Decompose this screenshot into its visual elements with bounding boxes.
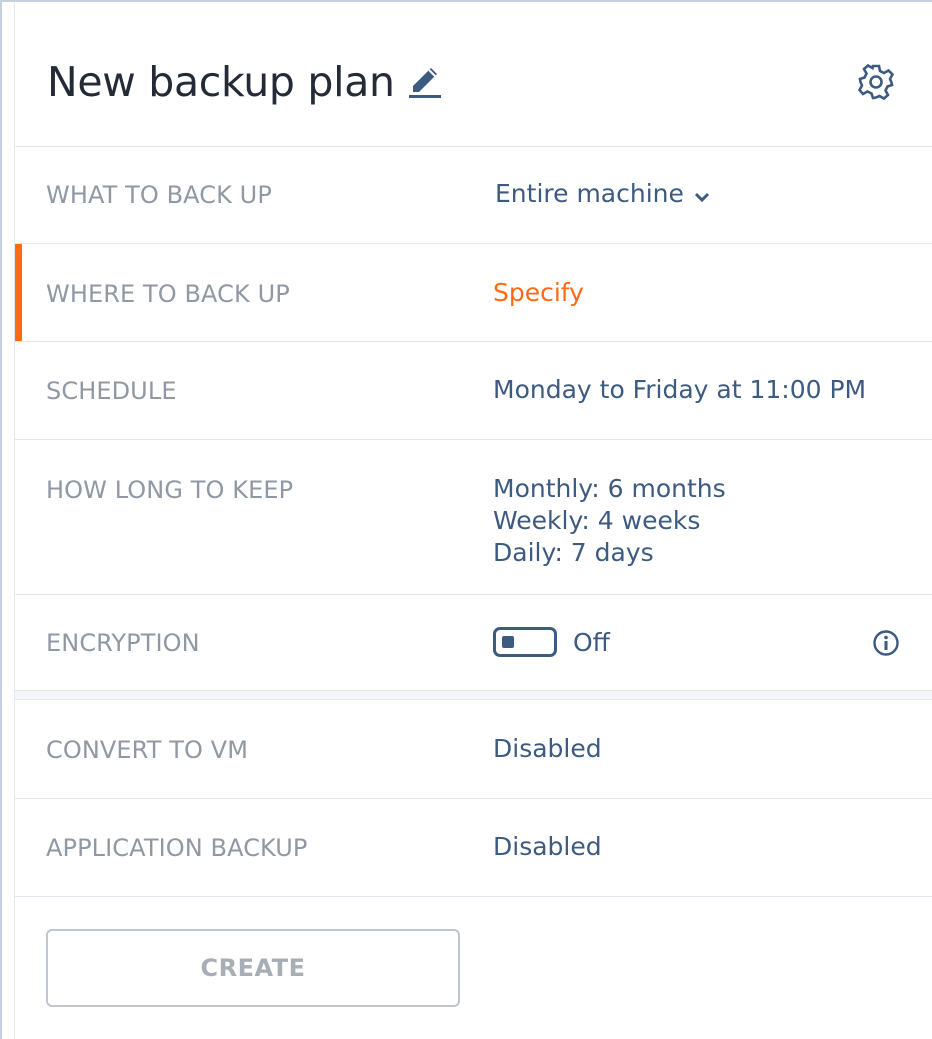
encryption-control: Off (493, 626, 610, 657)
row-how-long-to-keep: HOW LONG TO KEEP Monthly: 6 months Weekl… (15, 440, 932, 595)
label-where-to-back-up: WHERE TO BACK UP (46, 280, 290, 308)
retention-weekly: Weekly: 4 weeks (493, 506, 701, 535)
label-how-long-to-keep: HOW LONG TO KEEP (46, 476, 294, 504)
row-what-to-back-up: WHAT TO BACK UP Entire machine (15, 147, 932, 244)
label-convert-to-vm: CONVERT TO VM (46, 736, 249, 764)
plan-title: New backup plan (47, 58, 395, 106)
retention-link[interactable]: Monthly: 6 months Weekly: 4 weeks Daily:… (493, 473, 726, 569)
retention-monthly: Monthly: 6 months (493, 474, 726, 503)
row-application-backup: APPLICATION BACKUP Disabled (15, 799, 932, 897)
title-wrap: New backup plan (47, 58, 445, 106)
pencil-icon[interactable] (405, 62, 445, 102)
encryption-toggle[interactable] (493, 627, 557, 657)
gear-icon[interactable] (856, 62, 896, 102)
label-what-to-back-up: WHAT TO BACK UP (46, 181, 272, 209)
chevron-down-icon (694, 181, 710, 210)
label-application-backup: APPLICATION BACKUP (46, 834, 308, 862)
row-schedule: SCHEDULE Monday to Friday at 11:00 PM (15, 342, 932, 440)
row-convert-to-vm: CONVERT TO VM Disabled (15, 700, 932, 799)
application-backup-link[interactable]: Disabled (493, 832, 602, 861)
retention-daily: Daily: 7 days (493, 538, 654, 567)
label-schedule: SCHEDULE (46, 377, 177, 405)
row-encryption: ENCRYPTION Off (15, 595, 932, 691)
active-row-indicator (15, 244, 22, 341)
create-button[interactable]: CREATE (46, 929, 460, 1007)
schedule-link[interactable]: Monday to Friday at 11:00 PM (493, 375, 866, 404)
info-icon[interactable] (872, 629, 900, 657)
toggle-knob (502, 636, 514, 648)
row-where-to-back-up: WHERE TO BACK UP Specify (15, 244, 932, 342)
convert-to-vm-link[interactable]: Disabled (493, 734, 602, 763)
what-to-back-up-value: Entire machine (495, 179, 684, 208)
section-separator (15, 690, 932, 700)
panel-header: New backup plan (15, 2, 932, 147)
encryption-state: Off (572, 627, 610, 657)
where-to-back-up-link[interactable]: Specify (493, 278, 584, 307)
what-to-back-up-selector[interactable]: Entire machine (495, 179, 710, 210)
label-encryption: ENCRYPTION (46, 629, 200, 657)
